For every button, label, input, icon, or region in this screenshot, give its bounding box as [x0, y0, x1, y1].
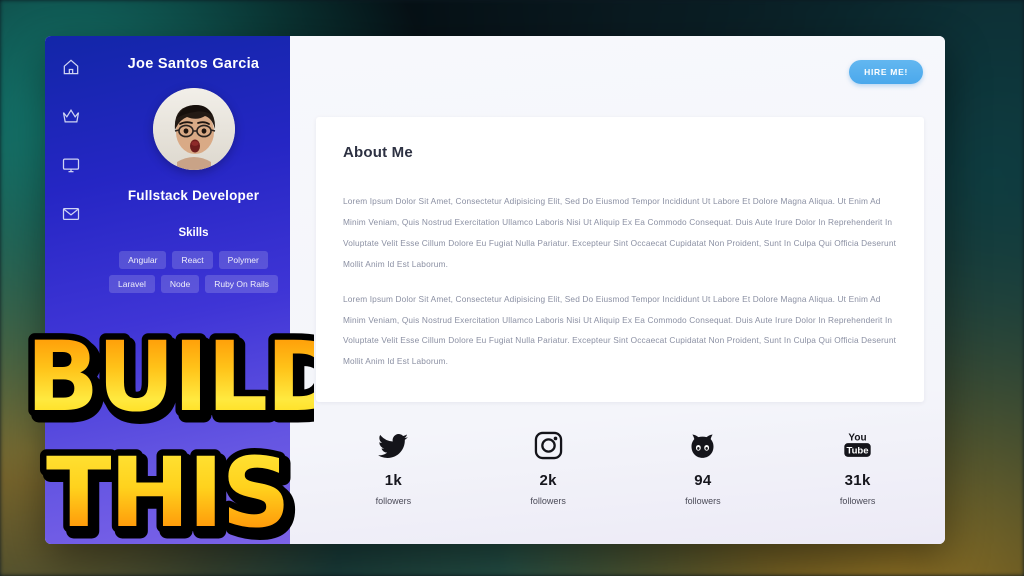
- skill-chip[interactable]: React: [172, 251, 213, 269]
- skill-chip[interactable]: Laravel: [108, 275, 155, 293]
- about-paragraph-1: Lorem Ipsum Dolor Sit Amet, Consectetur …: [343, 196, 897, 269]
- home-icon: [61, 57, 81, 82]
- about-me-heading: About Me: [343, 144, 413, 161]
- hire-button-container: HIRE ME!: [849, 60, 923, 84]
- main-content: HIRE ME! About Me Lorem Ipsum Dolor Sit …: [290, 36, 945, 544]
- github-icon: [687, 428, 718, 460]
- instagram-icon: [534, 428, 563, 460]
- profile-role: Fullstack Developer: [127, 188, 260, 203]
- skills-heading: Skills: [178, 227, 209, 239]
- social-stat-instagram[interactable]: 2k followers: [471, 428, 626, 506]
- monitor-icon: [61, 155, 81, 180]
- about-paragraph-2: Lorem Ipsum Dolor Sit Amet, Consectetur …: [343, 293, 897, 367]
- skill-chip[interactable]: Node: [160, 275, 200, 293]
- social-count: 31k: [844, 472, 871, 489]
- sidebar-item-premium[interactable]: [60, 107, 82, 129]
- social-stats: 1k followers 2k followers 94 followers Y…: [316, 428, 935, 506]
- sidebar-item-portfolio[interactable]: [60, 156, 82, 178]
- profile-name: Joe Santos Garcia: [127, 56, 260, 72]
- skill-chip[interactable]: Angular: [119, 251, 167, 269]
- skills-row: Laravel Node Ruby On Rails: [108, 275, 279, 293]
- sidebar-profile: Joe Santos Garcia Fullstack Developer Sk…: [97, 36, 290, 293]
- social-stat-youtube[interactable]: You Tube 31k followers: [780, 428, 935, 506]
- twitter-icon: [378, 428, 409, 460]
- social-stat-github[interactable]: 94 followers: [626, 428, 781, 506]
- crown-icon: [61, 106, 81, 131]
- mail-icon: [61, 204, 81, 229]
- skill-chip[interactable]: Ruby On Rails: [205, 275, 279, 293]
- social-count: 94: [694, 472, 712, 489]
- skills-row: Angular React Polymer: [119, 251, 268, 269]
- app-window: Joe Santos Garcia Fullstack Developer Sk…: [45, 36, 945, 544]
- avatar: [152, 88, 235, 170]
- sidebar-item-home[interactable]: [60, 58, 82, 80]
- social-label: followers: [685, 496, 721, 506]
- hire-me-button[interactable]: HIRE ME!: [849, 60, 923, 84]
- sidebar: Joe Santos Garcia Fullstack Developer Sk…: [45, 36, 290, 544]
- sidebar-item-contact[interactable]: [60, 205, 82, 227]
- social-stat-twitter[interactable]: 1k followers: [316, 428, 471, 506]
- about-me-card: About Me Lorem Ipsum Dolor Sit Amet, Con…: [316, 117, 924, 402]
- svg-text:Tube: Tube: [847, 446, 869, 457]
- social-count: 1k: [384, 472, 403, 489]
- youtube-icon: You Tube: [842, 428, 873, 460]
- social-count: 2k: [539, 472, 557, 489]
- svg-text:You: You: [849, 432, 867, 443]
- social-label: followers: [530, 496, 566, 506]
- skill-chip[interactable]: Polymer: [218, 251, 268, 269]
- social-label: followers: [375, 496, 412, 506]
- skills-list: Angular React Polymer Laravel Node Ruby …: [97, 251, 290, 293]
- social-label: followers: [839, 496, 876, 506]
- sidebar-nav-rail: [45, 36, 97, 544]
